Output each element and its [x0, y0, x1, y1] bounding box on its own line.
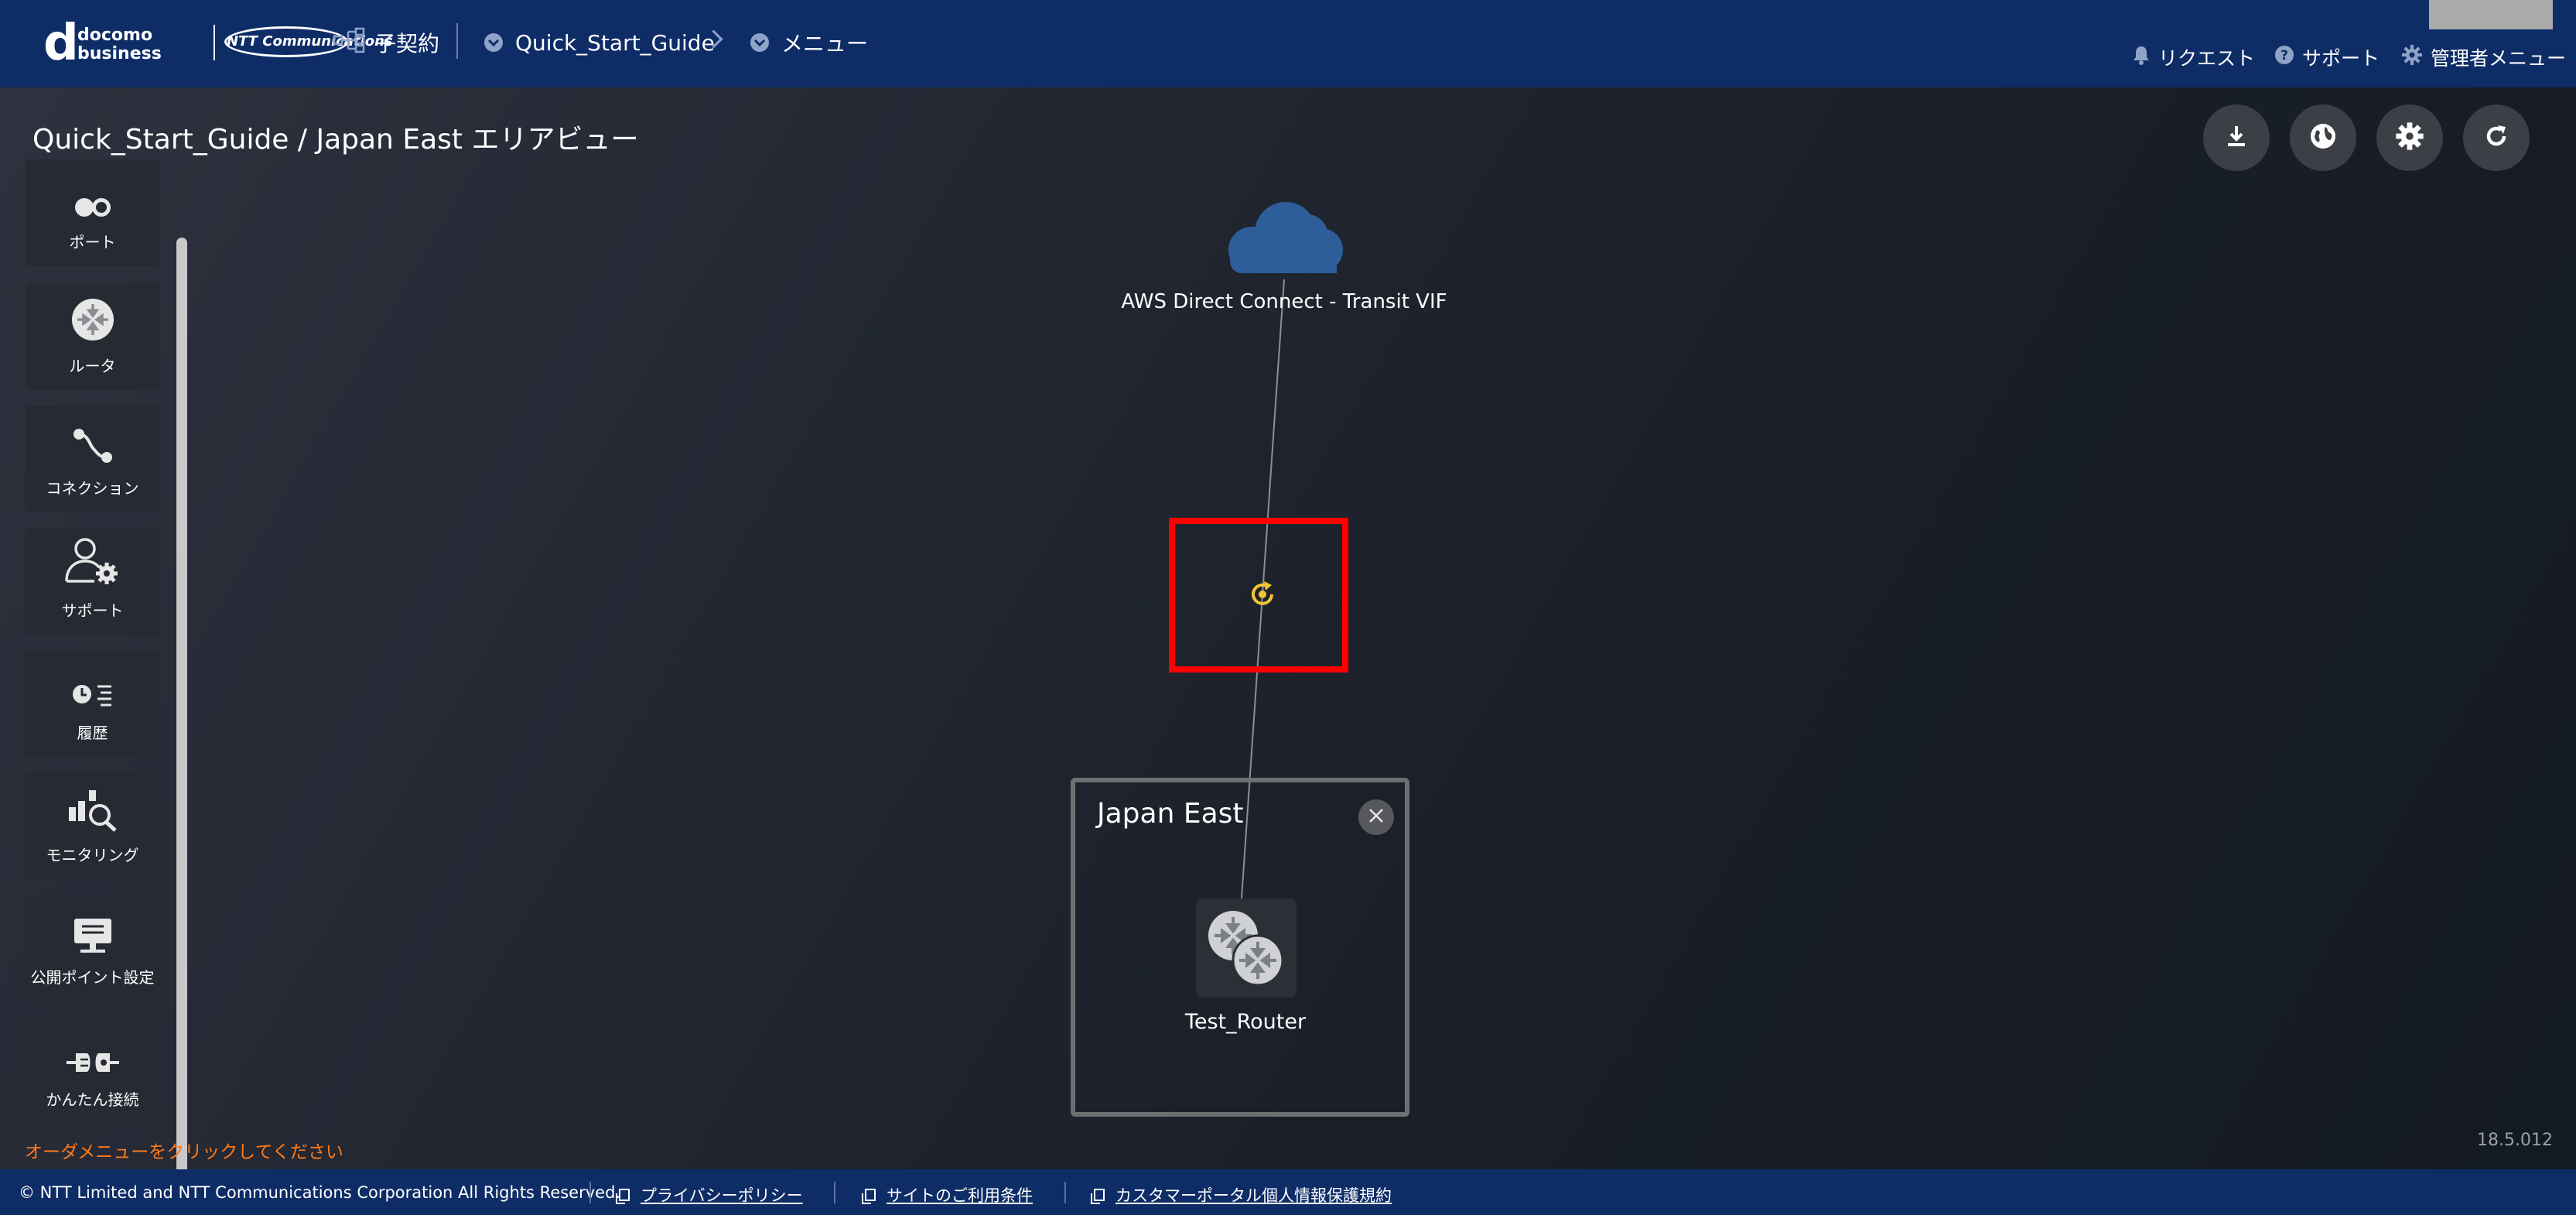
highlight-box [1169, 518, 1348, 673]
site-terms-label[interactable]: サイトのご利用条件 [887, 1183, 1033, 1206]
chevron-down-icon [750, 33, 769, 52]
privacy-policy-link[interactable]: プライバシーポリシー [616, 1183, 803, 1206]
easy-connect-icon [63, 1049, 122, 1080]
router-icon [1196, 911, 1297, 1001]
sidebar-item-port[interactable]: ポート [25, 159, 160, 266]
sidebar-item-label: 公開ポイント設定 [30, 968, 155, 987]
support-label: サポート [2302, 47, 2380, 70]
gear-icon [2401, 44, 2423, 70]
close-icon [1368, 807, 1385, 827]
sidebar-item-label: ポート [69, 233, 116, 252]
router-icon [70, 296, 116, 346]
privacy-policy-label[interactable]: プライバシーポリシー [641, 1183, 803, 1206]
public-point-icon [71, 916, 114, 957]
ntt-communications-logo: NTT Communications [224, 26, 393, 57]
hierarchy-icon [333, 27, 367, 59]
admin-menu-label: 管理者メニュー [2431, 47, 2567, 70]
header-divider [456, 23, 458, 59]
sidebar-scrollbar[interactable] [176, 238, 187, 1193]
sidebar-item-connection[interactable]: コネクション [25, 406, 160, 512]
sidebar-item-router[interactable]: ルータ [25, 283, 160, 390]
app-root: d docomo business NTT Communications 子契約 [0, 0, 2576, 1215]
sidebar-item-label: かんたん接続 [46, 1090, 139, 1109]
sidebar-item-label: 履歴 [77, 724, 108, 742]
connection-icon [71, 426, 114, 468]
bell-icon [2132, 45, 2151, 70]
logo-divider [214, 25, 215, 60]
document-icon [616, 1189, 630, 1204]
svg-text:?: ? [2280, 48, 2288, 63]
document-icon [1091, 1189, 1105, 1204]
support-user-gear-icon [63, 536, 122, 590]
footer-divider [1064, 1182, 1066, 1203]
monitoring-icon [66, 787, 120, 835]
port-icon [72, 196, 114, 222]
sidebar-item-history[interactable]: 履歴 [25, 650, 160, 757]
page-footer: © NTT Limited and NTT Communications Cor… [0, 1169, 2576, 1215]
area-close-button[interactable] [1358, 799, 1394, 835]
contract-menu[interactable]: 子契約 [333, 23, 439, 62]
history-icon [71, 682, 114, 713]
portal-privacy-link[interactable]: カスタマーポータル個人情報保護規約 [1091, 1183, 1392, 1206]
router-node[interactable] [1196, 898, 1297, 998]
portal-privacy-label[interactable]: カスタマーポータル個人情報保護規約 [1115, 1183, 1392, 1206]
chevron-down-icon [484, 33, 503, 52]
area-title: Japan East [1097, 798, 1244, 830]
network-canvas[interactable]: Quick_Start_Guide / Japan East エリアビュー AW… [0, 87, 2576, 1193]
order-sidebar: ポート ルータ コネクション サポート 履歴 モニタリング 公開ポイント設定 か… [25, 159, 187, 1189]
router-label: Test_Router [1184, 1010, 1307, 1034]
sidebar-item-label: ルータ [69, 357, 116, 375]
sidebar-item-support[interactable]: サポート [25, 528, 160, 635]
breadcrumb-quick-start-guide[interactable]: Quick_Start_Guide [484, 23, 715, 62]
aws-cloud-node[interactable] [1221, 196, 1352, 281]
document-icon [862, 1189, 876, 1204]
footer-divider [834, 1182, 835, 1203]
docomo-d-mark: d [43, 15, 79, 72]
order-hint-text: オーダメニューをクリックしてください [25, 1142, 343, 1162]
version-label: 18.5.012 [2477, 1131, 2553, 1150]
breadcrumb-label: Quick_Start_Guide [515, 29, 715, 56]
sidebar-item-label: サポート [61, 601, 124, 620]
footer-divider [589, 1182, 591, 1203]
cloud-icon [1221, 202, 1352, 284]
area-japan-east[interactable]: Japan East Test_Router [1071, 778, 1409, 1117]
aws-cloud-label: AWS Direct Connect - Transit VIF [1121, 290, 1447, 313]
request-label: リクエスト [2158, 47, 2256, 70]
request-link[interactable]: リクエスト [2132, 43, 2255, 71]
account-area[interactable] [2429, 0, 2553, 29]
support-link[interactable]: ? サポート [2274, 43, 2380, 71]
admin-menu-link[interactable]: 管理者メニュー [2401, 43, 2566, 71]
help-circle-icon: ? [2274, 45, 2294, 70]
contract-label: 子契約 [374, 31, 440, 56]
copyright-text: © NTT Limited and NTT Communications Cor… [19, 1183, 621, 1202]
docomo-business-wordmark: docomo business [77, 26, 162, 63]
sidebar-item-label: コネクション [46, 479, 139, 498]
breadcrumb-menu[interactable]: メニュー [750, 23, 868, 62]
site-terms-link[interactable]: サイトのご利用条件 [862, 1183, 1033, 1206]
top-header: d docomo business NTT Communications 子契約 [0, 0, 2576, 87]
sidebar-item-label: モニタリング [46, 846, 139, 864]
sidebar-item-easy-connect[interactable]: かんたん接続 [25, 1017, 160, 1124]
breadcrumb-label: メニュー [781, 31, 869, 56]
sidebar-item-public-point[interactable]: 公開ポイント設定 [25, 895, 160, 1001]
sidebar-item-monitoring[interactable]: モニタリング [25, 772, 160, 879]
